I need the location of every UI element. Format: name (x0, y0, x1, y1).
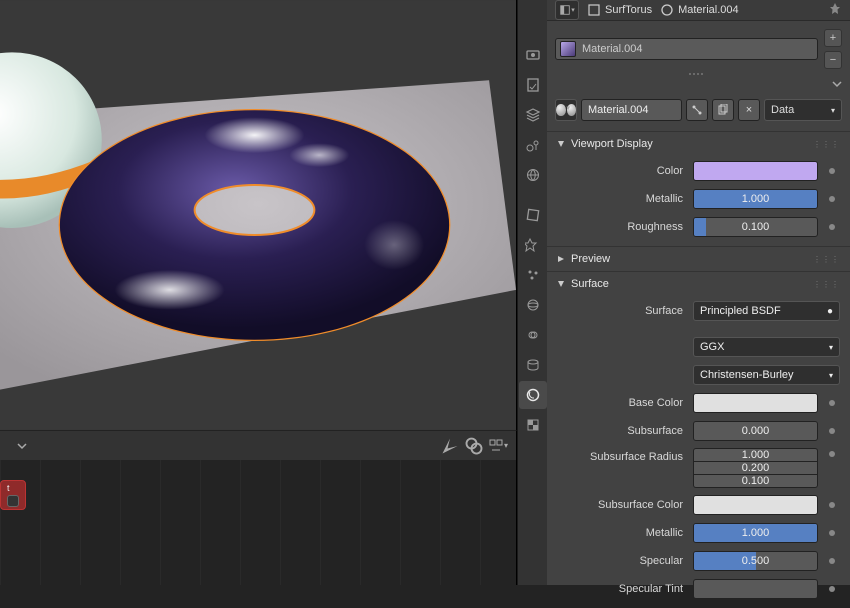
label-surface: Surface (557, 305, 687, 317)
tab-object[interactable] (519, 201, 547, 229)
specular-tint-field[interactable] (693, 579, 818, 599)
tab-output[interactable] (519, 71, 547, 99)
label-subsurface-color: Subsurface Color (557, 499, 687, 511)
label-base-color: Base Color (557, 397, 687, 409)
material-specials-menu[interactable] (555, 79, 842, 89)
tab-physics[interactable] (519, 291, 547, 319)
slot-list-resize-grip[interactable] (555, 73, 842, 77)
tab-world[interactable] (519, 161, 547, 189)
snap-options-icon[interactable]: ▾ (488, 436, 508, 456)
object-name-label: SurfTorus (605, 4, 652, 16)
panel-drag-grip[interactable]: ⋮⋮⋮ (813, 140, 840, 149)
anim-dot[interactable] (829, 168, 835, 174)
tab-scene[interactable] (519, 131, 547, 159)
anim-dot[interactable] (829, 224, 835, 230)
input-dot[interactable] (829, 502, 835, 508)
label-color: Color (557, 165, 687, 177)
subsurface-color-field[interactable] (693, 495, 818, 515)
material-name-field[interactable]: Material.004 (581, 99, 682, 121)
tab-constraints[interactable] (519, 321, 547, 349)
tab-particles[interactable] (519, 261, 547, 289)
unlink-material-button[interactable]: × (738, 99, 760, 121)
viewport-metallic-field[interactable]: 1.000 (693, 189, 818, 209)
anim-dot[interactable] (829, 196, 835, 202)
panel-title: Surface (571, 278, 609, 290)
collapse-icon[interactable] (12, 436, 32, 456)
new-material-button[interactable] (712, 99, 734, 121)
panel-header-preview[interactable]: Preview ⋮⋮⋮ (547, 247, 850, 271)
node-editor-area[interactable]: t (0, 460, 517, 585)
material-slot[interactable]: Material.004 (555, 38, 818, 60)
cursor-warp-icon[interactable] (440, 436, 460, 456)
label-specular: Specular (557, 555, 687, 567)
viewport-color-field[interactable] (693, 161, 818, 181)
subsurface-radius-x[interactable]: 1.000 (693, 448, 818, 461)
subsurface-field[interactable]: 0.000 (693, 421, 818, 441)
viewport-footer: ▾ (0, 430, 517, 460)
material-preview-swatch (560, 41, 576, 57)
panel-header-surface[interactable]: Surface ⋮⋮⋮ (547, 272, 850, 296)
input-dot[interactable] (829, 530, 835, 536)
label-metallic: Metallic (557, 527, 687, 539)
panel-title: Viewport Display (571, 138, 653, 150)
tab-material[interactable] (519, 381, 547, 409)
label-metallic: Metallic (557, 193, 687, 205)
specular-field[interactable]: 0.500 (693, 551, 818, 571)
input-dot[interactable] (829, 400, 835, 406)
input-dot[interactable] (829, 586, 835, 592)
panel-header-viewport-display[interactable]: Viewport Display ⋮⋮⋮ (547, 132, 850, 156)
label-roughness: Roughness (557, 221, 687, 233)
sss-method-dropdown[interactable]: Christensen-Burley▾ (693, 365, 840, 385)
material-link-dropdown[interactable]: Data ▾ (764, 99, 842, 121)
node-socket[interactable] (7, 495, 19, 507)
panel-drag-grip[interactable]: ⋮⋮⋮ (813, 255, 840, 264)
input-dot[interactable] (829, 428, 835, 434)
distribution-dropdown[interactable]: GGX▾ (693, 337, 840, 357)
context-material[interactable]: Material.004 (660, 3, 739, 17)
surface-shader-dropdown[interactable]: Principled BSDF● (693, 301, 840, 321)
editor-type-dropdown[interactable]: ▾ (555, 0, 579, 20)
metallic-field[interactable]: 1.000 (693, 523, 818, 543)
node-toggle-button[interactable] (686, 99, 708, 121)
viewport-roughness-field[interactable]: 0.100 (693, 217, 818, 237)
3d-viewport[interactable] (0, 0, 517, 430)
material-name-label: Material.004 (678, 4, 739, 16)
properties-header: ▾ SurfTorus Material.004 (547, 0, 850, 21)
add-material-slot-button[interactable]: + (824, 29, 842, 47)
material-browse-dropdown[interactable]: ▾ (555, 99, 577, 121)
input-dot[interactable] (829, 558, 835, 564)
material-slot-name: Material.004 (582, 43, 643, 55)
base-color-field[interactable] (693, 393, 818, 413)
node-material-output[interactable]: t (0, 480, 26, 510)
snap-overlap-icon[interactable] (464, 436, 484, 456)
tab-data[interactable] (519, 351, 547, 379)
remove-material-slot-button[interactable]: − (824, 51, 842, 69)
tab-viewlayer[interactable] (519, 101, 547, 129)
panel-title: Preview (571, 253, 610, 265)
subsurface-radius-z[interactable]: 0.100 (693, 475, 818, 488)
label-subsurface-radius: Subsurface Radius (557, 448, 687, 463)
tab-render[interactable] (519, 41, 547, 69)
panel-drag-grip[interactable]: ⋮⋮⋮ (813, 280, 840, 289)
tab-texture[interactable] (519, 411, 547, 439)
pin-icon[interactable] (828, 2, 842, 19)
tab-modifiers[interactable] (519, 231, 547, 259)
subsurface-radius-y[interactable]: 0.200 (693, 461, 818, 475)
properties-tabs (517, 0, 547, 585)
context-object[interactable]: SurfTorus (587, 3, 652, 17)
input-dot[interactable] (829, 451, 835, 457)
label-subsurface: Subsurface (557, 425, 687, 437)
